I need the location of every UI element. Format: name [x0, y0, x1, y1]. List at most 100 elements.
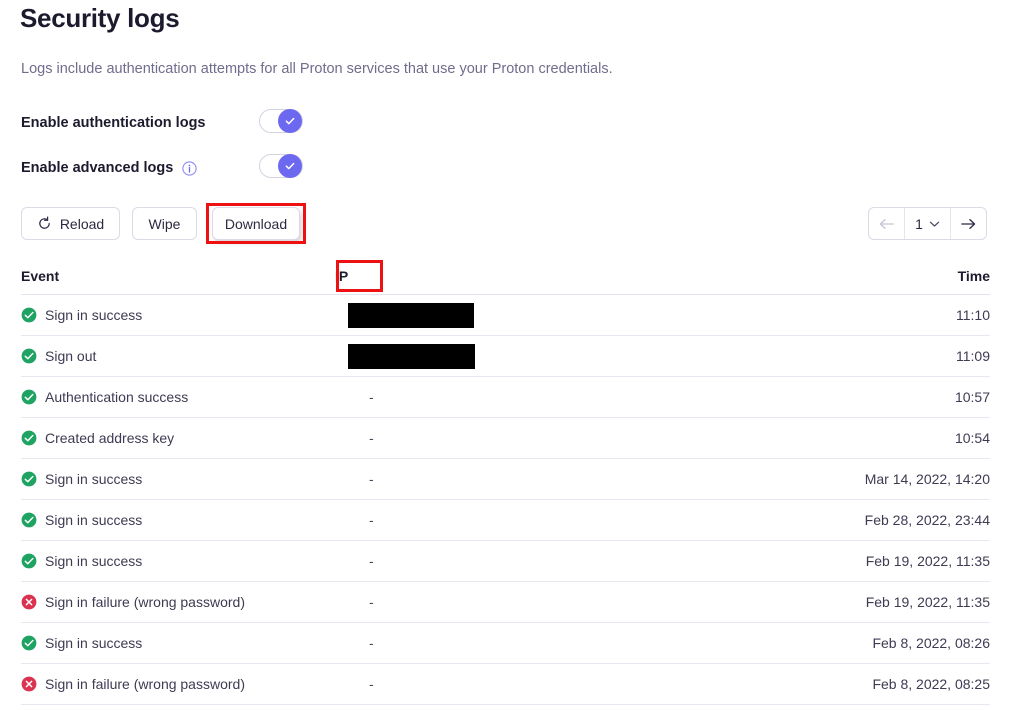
cell-time: Mar 14, 2022, 14:20	[864, 471, 990, 487]
cell-ip	[335, 302, 814, 328]
redacted-ip-block	[348, 343, 475, 369]
cell-event: Sign in failure (wrong password)	[21, 676, 335, 692]
success-check-icon	[21, 553, 37, 569]
download-button-label: Download	[224, 215, 288, 232]
success-check-icon	[21, 635, 37, 651]
cell-time: Feb 19, 2022, 11:35	[865, 594, 990, 610]
cell-ip: -	[335, 430, 814, 446]
table-row: Sign in failure (wrong password) - Feb 8, …	[21, 664, 990, 705]
page-title: Security logs	[20, 3, 180, 33]
ip-value: -	[369, 553, 374, 569]
event-label: Authentication success	[45, 389, 189, 405]
refresh-icon	[37, 216, 52, 231]
success-check-icon	[21, 471, 37, 487]
ip-value: -	[369, 430, 374, 446]
event-label: Sign in success	[45, 512, 143, 528]
pagination-next-button[interactable]	[951, 208, 986, 239]
arrow-right-icon	[960, 217, 977, 231]
pagination-page-value: 1	[915, 215, 923, 232]
cell-event: Authentication success	[21, 389, 335, 405]
setting-row-advanced-logs: Enable advanced logs	[21, 155, 197, 181]
reload-button-label: Reload	[59, 215, 105, 232]
pagination-page-select[interactable]: 1	[904, 208, 951, 239]
ip-value: -	[369, 512, 374, 528]
event-label: Sign in success	[45, 471, 143, 487]
table-row: Sign in success 11:10	[21, 295, 990, 336]
cell-ip: -	[335, 594, 814, 610]
arrow-left-icon	[878, 217, 895, 231]
failure-cross-icon	[21, 594, 37, 610]
cell-time: Feb 8, 2022, 08:26	[872, 635, 990, 651]
security-logs-table: Event IP Time Sign in success 11:10 Sign o…	[21, 258, 990, 705]
toggle-advanced-logs[interactable]	[259, 154, 303, 178]
table-body: Sign in success 11:10 Sign out 11:09 Authent…	[21, 295, 990, 705]
page-description: Logs include authentication attempts for…	[21, 61, 613, 77]
table-row: Sign in failure (wrong password) - Feb 19,…	[21, 582, 990, 623]
column-header-event: Event	[21, 268, 60, 284]
toggle-knob	[278, 154, 302, 178]
toggle-knob	[278, 109, 302, 133]
security-logs-page: Security logs Logs include authenticatio…	[0, 0, 1013, 710]
table-row: Sign in success - Feb 28, 2022, 23:44	[21, 500, 990, 541]
info-icon[interactable]	[182, 160, 197, 176]
ip-value: -	[369, 635, 374, 651]
chevron-down-icon	[929, 220, 940, 228]
success-check-icon	[21, 307, 37, 323]
cell-event: Sign in success	[21, 307, 335, 323]
event-label: Sign in success	[45, 307, 143, 323]
pagination-prev-button[interactable]	[869, 208, 904, 239]
cell-time: Feb 8, 2022, 08:25	[872, 676, 990, 692]
table-row: Sign in success - Feb 19, 2022, 11:35	[21, 541, 990, 582]
success-check-icon	[21, 512, 37, 528]
cell-ip	[335, 343, 814, 369]
table-row: Authentication success - 10:57	[21, 377, 990, 418]
cell-ip: -	[335, 553, 814, 569]
table-row: Created address key - 10:54	[21, 418, 990, 459]
success-check-icon	[21, 389, 37, 405]
column-header-ip: IP	[335, 268, 349, 284]
cell-ip: -	[335, 635, 814, 651]
toggle-authentication-logs[interactable]	[259, 109, 303, 133]
ip-value: -	[369, 389, 374, 405]
event-label: Sign out	[45, 348, 97, 364]
cell-event: Created address key	[21, 430, 335, 446]
failure-cross-icon	[21, 676, 37, 692]
cell-time: 11:10	[956, 307, 990, 323]
pagination-control: 1	[868, 207, 987, 240]
setting-label-advanced-logs: Enable advanced logs	[21, 160, 174, 176]
cell-event: Sign in success	[21, 471, 335, 487]
cell-time: 10:54	[954, 430, 990, 446]
cell-event: Sign in success	[21, 553, 335, 569]
cell-time: 10:57	[954, 389, 990, 405]
cell-ip: -	[335, 389, 814, 405]
event-label: Sign in failure (wrong password)	[45, 676, 245, 692]
event-label: Sign in failure (wrong password)	[45, 594, 245, 610]
cell-event: Sign out	[21, 348, 335, 364]
cell-event: Sign in failure (wrong password)	[21, 594, 335, 610]
column-header-time: Time	[957, 268, 990, 284]
cell-time: Feb 19, 2022, 11:35	[865, 553, 990, 569]
event-label: Sign in success	[45, 635, 143, 651]
ip-value: -	[369, 471, 374, 487]
ip-value: -	[369, 676, 374, 692]
event-label: Sign in success	[45, 553, 143, 569]
setting-label-authentication-logs: Enable authentication logs	[21, 115, 206, 131]
cell-time: 11:09	[956, 348, 990, 364]
table-header-row: Event IP Time	[21, 258, 990, 295]
table-row: Sign in success - Feb 8, 2022, 08:26	[21, 623, 990, 664]
table-row: Sign out 11:09	[21, 336, 990, 377]
wipe-button[interactable]: Wipe	[132, 207, 197, 240]
wipe-button-label: Wipe	[148, 215, 181, 232]
cell-ip: -	[335, 676, 814, 692]
cell-event: Sign in success	[21, 635, 335, 651]
cell-ip: -	[335, 512, 814, 528]
cell-time: Feb 28, 2022, 23:44	[864, 512, 990, 528]
cell-ip: -	[335, 471, 814, 487]
cell-event: Sign in success	[21, 512, 335, 528]
setting-row-authentication-logs: Enable authentication logs	[21, 110, 206, 136]
download-button[interactable]: Download	[212, 207, 300, 240]
ip-value: -	[369, 594, 374, 610]
event-label: Created address key	[45, 430, 175, 446]
reload-button[interactable]: Reload	[21, 207, 120, 240]
table-row: Sign in success - Mar 14, 2022, 14:20	[21, 459, 990, 500]
